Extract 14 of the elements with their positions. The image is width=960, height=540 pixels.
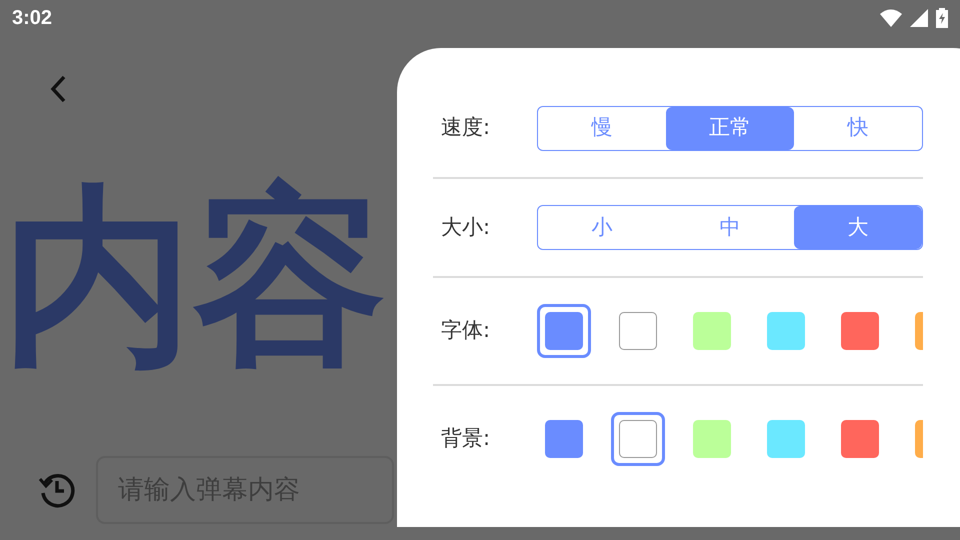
signal-icon — [910, 9, 928, 27]
setting-label: 字体: — [440, 317, 492, 344]
status-time: 3:02 — [12, 6, 52, 31]
setting-label: 速度: — [440, 114, 492, 142]
color-swatch[interactable] — [611, 412, 665, 466]
segment-option[interactable]: 大 — [794, 206, 922, 249]
wifi-icon — [880, 9, 902, 27]
setting-label: 大小: — [440, 214, 492, 241]
segment-option[interactable]: 正常 — [666, 106, 794, 150]
battery-icon — [936, 8, 948, 28]
setting-label: 背景: — [440, 425, 492, 452]
preview-text: 内容 — [2, 165, 386, 391]
color-swatch[interactable] — [537, 304, 591, 358]
history-button[interactable] — [38, 471, 76, 509]
